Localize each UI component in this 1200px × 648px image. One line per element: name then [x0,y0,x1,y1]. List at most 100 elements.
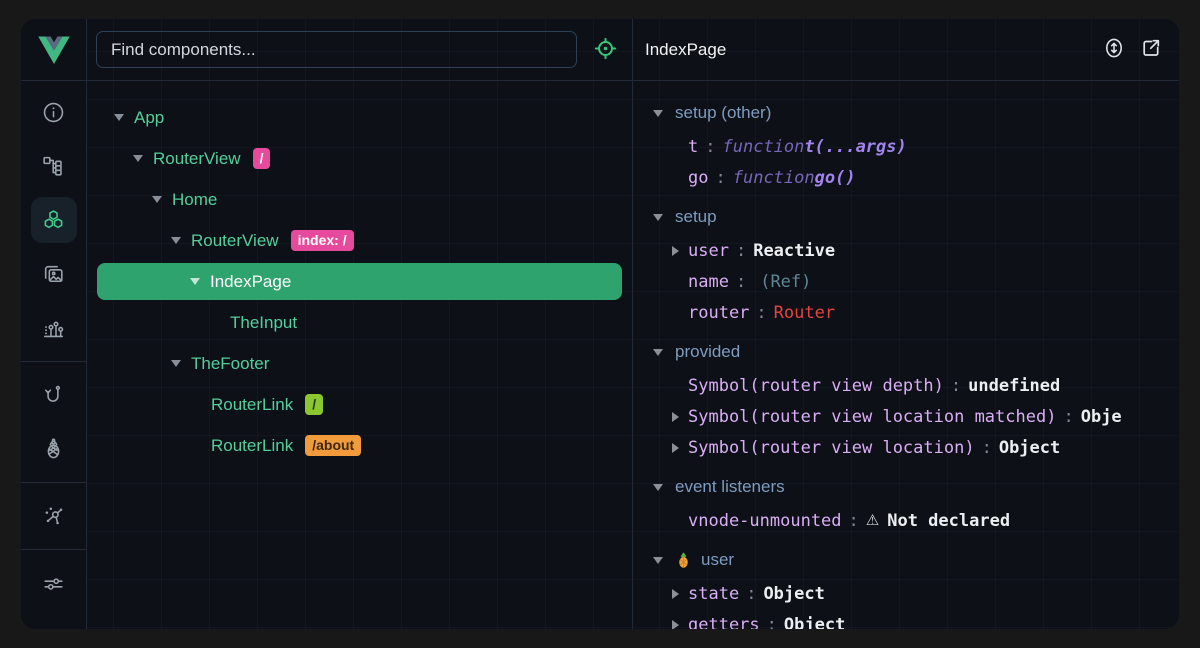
vue-devtools-window: AppRouterView/HomeRouterViewindex: /Inde… [21,19,1179,629]
section-title: setup [675,207,717,227]
sidebar-tab-pinia[interactable] [21,422,86,476]
sidebar-tab-assets[interactable] [21,247,86,301]
sidebar-tab-settings[interactable] [21,556,86,610]
sidebar-tab-components[interactable] [21,193,86,247]
sidebar-tab-component-tree[interactable] [21,139,86,193]
state-section-header[interactable]: event listeners [633,469,1179,505]
caret-down-icon [133,155,143,162]
state-row[interactable]: state:Object [633,578,1179,609]
section-title: provided [675,342,740,362]
vue-logo-icon [36,34,72,66]
state-row: vnode-unmounted:⚠Not declared [633,505,1179,536]
route-badge: / [305,394,323,415]
tree-item[interactable]: RouterLink/ [87,384,632,425]
sidebar-tab-router[interactable] [21,368,86,422]
caret-down-icon [171,360,181,367]
state-value: Object [784,615,845,630]
warning-icon: ⚠ [866,513,879,528]
component-tree: App RouterView / HomeRouterViewindex: /Inde… [87,81,632,466]
component-search [96,31,577,68]
state-row: name:(Ref) [633,266,1179,297]
colon: : [982,438,992,458]
state-value: Not declared [887,511,1010,531]
state-key: Symbol(router view location) [688,438,975,458]
component-label: RouterView [153,149,241,169]
state-row: router:Router [633,297,1179,328]
state-value: (Ref) [760,272,811,292]
tree-item[interactable]: RouterLink/about [87,425,632,466]
colon: : [705,137,715,157]
colon: : [736,272,746,292]
state-row[interactable]: Symbol(router view location): Object [633,432,1179,463]
sidebar-tab-graph[interactable] [21,489,86,543]
sidebar-group [21,361,86,480]
info-icon [31,89,77,135]
state-value: function [723,137,805,157]
state-inspector-panel: IndexPage setup (o [633,19,1179,629]
tree-item[interactable]: RouterViewindex: / [87,220,632,261]
state-value: undefined [968,376,1060,396]
state-key: user [688,241,729,261]
state-section-header[interactable]: user [633,542,1179,578]
open-in-editor-button[interactable] [1137,36,1165,64]
state-section-header[interactable]: setup (other) [633,95,1179,131]
external-link-icon [1139,36,1163,63]
colon: : [849,511,859,531]
sidebar-group [21,549,86,614]
state-row[interactable]: user:Reactive [633,235,1179,266]
state-section-header[interactable]: setup [633,199,1179,235]
sidebar-tab-info[interactable] [21,85,86,139]
state-section: setupuser:Reactivename:(Ref)router:Route… [633,199,1179,328]
caret-down-icon [653,110,663,117]
caret-down-icon [653,349,663,356]
caret-right-icon [672,620,679,630]
tree-item[interactable]: TheFooter [87,343,632,384]
vue-logo[interactable] [21,19,86,81]
tree-header [87,19,632,81]
state-value: Router [774,303,835,323]
component-tree-icon [31,143,77,189]
caret-down-icon [114,114,124,121]
component-label: TheFooter [191,354,269,374]
component-label: TheInput [230,313,297,333]
state-section-header[interactable]: provided [633,334,1179,370]
sidebar-tab-timeline[interactable] [21,301,86,355]
state-row[interactable]: Symbol(router view location matched):Obj… [633,401,1179,432]
state-value: Object [999,438,1060,458]
pinia-icon [31,426,77,472]
tree-item[interactable]: RouterView / [87,138,632,179]
tree-item[interactable]: Home [87,179,632,220]
caret-down-icon [653,557,663,564]
sidebar-nav [21,81,86,614]
state-value: Obje [1081,407,1122,427]
caret-down-icon [190,278,200,285]
state-row[interactable]: getters:Object [633,609,1179,629]
caret-right-icon [672,246,679,256]
target-icon [593,36,618,64]
state-section: event listenersvnode-unmounted:⚠Not decl… [633,469,1179,536]
state-value: function [733,168,815,188]
state-row: go:function go() [633,162,1179,193]
caret-right-icon [672,443,679,453]
state-section: setup (other)t:function t(...args)go:fun… [633,95,1179,193]
route-badge: / [253,148,271,169]
inspect-component-button[interactable] [590,35,620,65]
caret-right-icon [672,589,679,599]
sidebar-group [21,81,86,359]
tree-item[interactable]: App [87,97,632,138]
state-key: t [688,137,698,157]
state-value: Object [763,584,824,604]
search-input[interactable] [111,40,562,60]
colon: : [715,168,725,188]
selected-component-title: IndexPage [645,40,1091,60]
state-row: t:function t(...args) [633,131,1179,162]
state-key: Symbol(router view location matched) [688,407,1056,427]
caret-right-icon [672,412,679,422]
colon: : [951,376,961,396]
scroll-to-component-button[interactable] [1100,36,1128,64]
state-row: Symbol(router view depth):undefined [633,370,1179,401]
tree-item[interactable]: IndexPage [97,263,622,300]
sidebar-group [21,482,86,547]
tree-item[interactable]: TheInput [87,302,632,343]
section-title: user [701,550,734,570]
